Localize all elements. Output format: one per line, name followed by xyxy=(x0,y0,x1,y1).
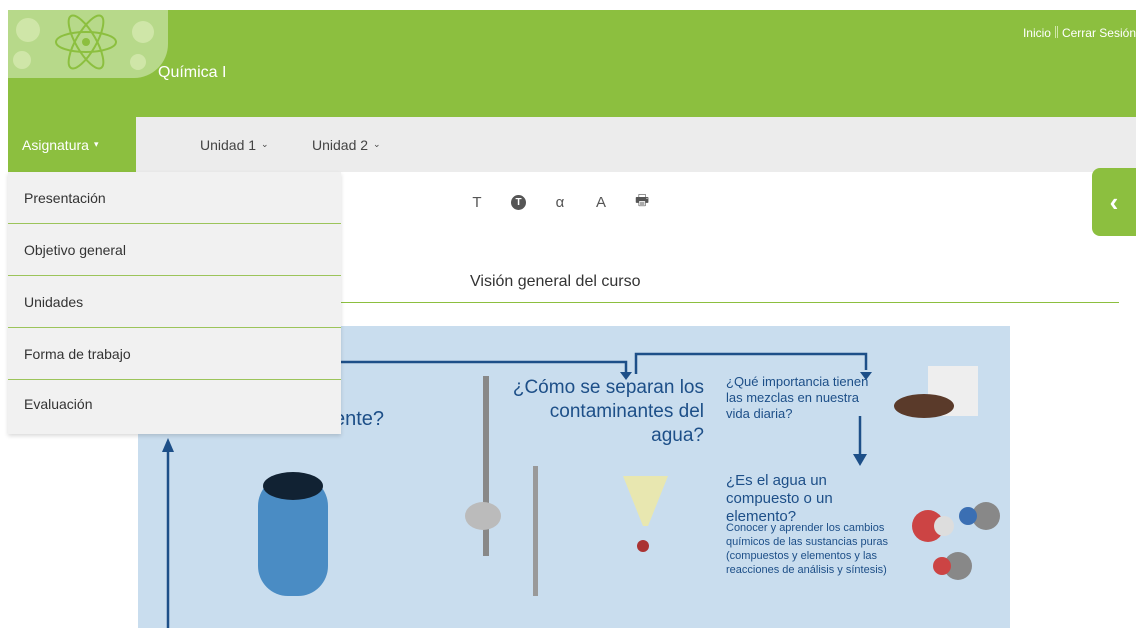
nav-asignatura-label: Asignatura xyxy=(22,136,89,153)
collapse-panel-button[interactable]: ‹ xyxy=(1092,168,1136,236)
home-link[interactable]: Inicio xyxy=(1023,26,1051,40)
caret-down-icon: ⌄ xyxy=(373,139,381,149)
menu-item-evaluacion[interactable]: Evaluación xyxy=(8,380,341,434)
print-icon[interactable]: 🖶 xyxy=(635,190,649,215)
nav-asignatura[interactable]: Asignatura ▾ xyxy=(8,117,136,172)
infographic-question-partial: ente? xyxy=(334,408,385,430)
infographic-question-3-detail: Conocer y aprender los cambios químicos … xyxy=(726,522,889,576)
increase-font-icon[interactable]: A xyxy=(594,194,608,211)
caret-down-icon: ⌄ xyxy=(261,139,269,149)
asignatura-dropdown: Presentación Objetivo general Unidades F… xyxy=(8,172,341,434)
nav-unidad-2[interactable]: Unidad 2 ⌄ xyxy=(312,117,381,172)
infographic-question-3: ¿Es el agua un compuesto o un elemento? xyxy=(726,472,833,525)
top-links: Inicio Cerrar Sesión xyxy=(1023,26,1136,40)
divider xyxy=(340,302,1119,303)
menu-item-unidades[interactable]: Unidades xyxy=(8,276,341,328)
menu-item-presentacion[interactable]: Presentación xyxy=(8,172,341,224)
chevron-left-icon: ‹ xyxy=(1109,186,1119,217)
menu-item-forma-de-trabajo[interactable]: Forma de trabajo xyxy=(8,328,341,380)
text-style-icon[interactable]: T xyxy=(511,195,526,210)
logout-link[interactable]: Cerrar Sesión xyxy=(1062,26,1136,40)
nav-unidad-1-label: Unidad 1 xyxy=(200,136,257,153)
site-header: Química I Inicio Cerrar Sesión xyxy=(8,10,1136,117)
accessibility-toolbar: T T α A 🖶 xyxy=(470,190,649,215)
nav-unidad-1[interactable]: Unidad 1 ⌄ xyxy=(200,117,269,172)
menu-item-objetivo-general[interactable]: Objetivo general xyxy=(8,224,341,276)
nav-unidad-2-label: Unidad 2 xyxy=(312,136,369,153)
main-navbar: Asignatura ▾ Unidad 1 ⌄ Unidad 2 ⌄ xyxy=(8,117,1136,172)
caret-down-icon: ▾ xyxy=(93,139,99,149)
text-size-icon[interactable]: T xyxy=(470,194,484,211)
course-title: Química I xyxy=(158,64,227,81)
font-icon[interactable]: α xyxy=(553,194,567,211)
infographic-question-2: ¿Qué importancia tienen las mezclas en n… xyxy=(726,374,869,421)
atom-logo xyxy=(8,10,168,78)
section-title: Visión general del curso xyxy=(470,273,641,290)
link-separator xyxy=(1054,26,1058,38)
infographic-question-1: ¿Cómo se separan los contaminantes del a… xyxy=(512,377,704,446)
